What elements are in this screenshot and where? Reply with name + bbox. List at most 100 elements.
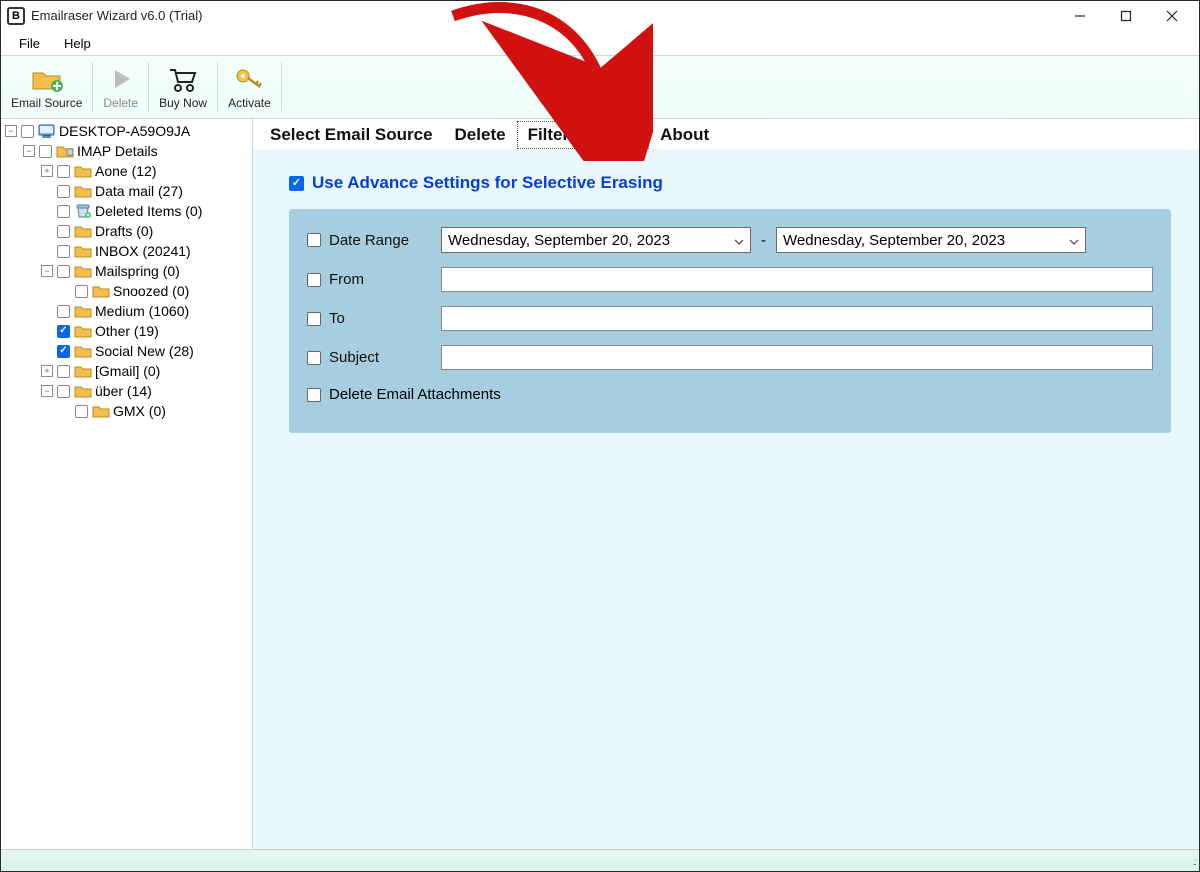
chevron-down-icon xyxy=(1069,232,1079,249)
twist-blank xyxy=(41,245,53,257)
resize-grip-icon[interactable]: ..: xyxy=(1193,857,1195,868)
delete-attachments-label: Delete Email Attachments xyxy=(329,386,501,403)
tree-item[interactable]: −IMAP Details xyxy=(1,141,252,161)
folder-icon xyxy=(74,364,92,378)
menu-help[interactable]: Help xyxy=(52,34,103,53)
window-title: Emailraser Wizard v6.0 (Trial) xyxy=(31,8,202,23)
tree-checkbox[interactable] xyxy=(57,185,70,198)
tree-checkbox[interactable] xyxy=(57,345,70,358)
tree-item-label: GMX (0) xyxy=(113,403,166,419)
menubar: File Help xyxy=(1,31,1199,55)
tab-select-source[interactable]: Select Email Source xyxy=(259,121,444,149)
tab-bar: Select Email Source Delete Filter Option… xyxy=(253,119,1199,149)
tree-item-label: Social New (28) xyxy=(95,343,194,359)
tree-item[interactable]: Social New (28) xyxy=(1,341,252,361)
tree-item[interactable]: Medium (1060) xyxy=(1,301,252,321)
tb-buy-now-label: Buy Now xyxy=(159,96,207,110)
expand-icon[interactable]: + xyxy=(41,165,53,177)
tree-checkbox[interactable] xyxy=(57,385,70,398)
tree-item[interactable]: Drafts (0) xyxy=(1,221,252,241)
folder-icon xyxy=(74,224,92,238)
tree-checkbox[interactable] xyxy=(75,285,88,298)
date-to-picker[interactable]: Wednesday, September 20, 2023 xyxy=(776,227,1086,253)
folder-icon xyxy=(92,284,110,298)
delete-attachments-checkbox[interactable] xyxy=(307,388,321,402)
subject-label: Subject xyxy=(329,349,441,366)
chevron-down-icon xyxy=(734,232,744,249)
to-input[interactable] xyxy=(441,306,1153,331)
tree-checkbox[interactable] xyxy=(57,245,70,258)
tree-checkbox[interactable] xyxy=(39,145,52,158)
tree-item-label: Aone (12) xyxy=(95,163,156,179)
tree-item-label: Medium (1060) xyxy=(95,303,189,319)
tree-checkbox[interactable] xyxy=(57,205,70,218)
date-dash: - xyxy=(761,232,766,249)
maximize-button[interactable] xyxy=(1103,1,1149,31)
tree-checkbox[interactable] xyxy=(21,125,34,138)
tree-item[interactable]: Other (19) xyxy=(1,321,252,341)
to-checkbox[interactable] xyxy=(307,312,321,326)
cart-icon xyxy=(168,64,198,94)
pc-icon xyxy=(38,124,56,138)
tree-checkbox[interactable] xyxy=(57,365,70,378)
app-icon: B xyxy=(7,7,25,25)
tb-buy-now[interactable]: Buy Now xyxy=(149,56,217,118)
tree-item-label: Drafts (0) xyxy=(95,223,153,239)
tab-about[interactable]: About xyxy=(649,121,720,149)
use-advance-checkbox[interactable] xyxy=(289,176,304,191)
date-range-checkbox[interactable] xyxy=(307,233,321,247)
tree-item[interactable]: + Aone (12) xyxy=(1,161,252,181)
close-button[interactable] xyxy=(1149,1,1195,31)
collapse-icon[interactable]: − xyxy=(23,145,35,157)
folder-icon xyxy=(74,384,92,398)
tree-checkbox[interactable] xyxy=(57,305,70,318)
minimize-button[interactable] xyxy=(1057,1,1103,31)
folder-icon xyxy=(74,184,92,198)
subject-input[interactable] xyxy=(441,345,1153,370)
tree-checkbox[interactable] xyxy=(75,405,88,418)
expand-icon[interactable]: + xyxy=(41,365,53,377)
twist-blank xyxy=(41,305,53,317)
tree-checkbox[interactable] xyxy=(57,225,70,238)
tb-activate-label: Activate xyxy=(228,96,271,110)
from-checkbox[interactable] xyxy=(307,273,321,287)
toolbar: Email Source Delete Buy Now Activate xyxy=(1,55,1199,119)
tab-filter-options[interactable]: Filter Options xyxy=(517,121,650,149)
tree-item-label: Mailspring (0) xyxy=(95,263,180,279)
tree-item[interactable]: Snoozed (0) xyxy=(1,281,252,301)
tb-activate[interactable]: Activate xyxy=(218,56,281,118)
tree-item[interactable]: −über (14) xyxy=(1,381,252,401)
subject-checkbox[interactable] xyxy=(307,351,321,365)
tree-item[interactable]: − Mailspring (0) xyxy=(1,261,252,281)
from-input[interactable] xyxy=(441,267,1153,292)
tree-checkbox[interactable] xyxy=(57,165,70,178)
twist-blank xyxy=(41,185,53,197)
tree-item-label: Deleted Items (0) xyxy=(95,203,202,219)
date-from-picker[interactable]: Wednesday, September 20, 2023 xyxy=(441,227,751,253)
filter-panel: Use Advance Settings for Selective Erasi… xyxy=(253,149,1199,849)
tab-delete[interactable]: Delete xyxy=(444,121,517,149)
tree-checkbox[interactable] xyxy=(57,325,70,338)
to-label: To xyxy=(329,310,441,327)
tree-item[interactable]: Deleted Items (0) xyxy=(1,201,252,221)
tree-item[interactable]: Data mail (27) xyxy=(1,181,252,201)
tree-item-label: Data mail (27) xyxy=(95,183,183,199)
tree-item[interactable]: GMX (0) xyxy=(1,401,252,421)
tree-item[interactable]: +[Gmail] (0) xyxy=(1,361,252,381)
collapse-icon[interactable]: − xyxy=(5,125,17,137)
collapse-icon[interactable]: − xyxy=(41,385,53,397)
tb-delete[interactable]: Delete xyxy=(93,56,148,118)
tb-email-source[interactable]: Email Source xyxy=(1,56,92,118)
twist-blank xyxy=(41,345,53,357)
date-to-value: Wednesday, September 20, 2023 xyxy=(783,232,1005,249)
collapse-icon[interactable]: − xyxy=(41,265,53,277)
menu-file[interactable]: File xyxy=(7,34,52,53)
tree-item-label: DESKTOP-A59O9JA xyxy=(59,123,190,139)
twist-blank xyxy=(41,325,53,337)
tree-checkbox[interactable] xyxy=(57,265,70,278)
tree-item-label: Snoozed (0) xyxy=(113,283,189,299)
tree-item[interactable]: − DESKTOP-A59O9JA xyxy=(1,121,252,141)
tree-item[interactable]: INBOX (20241) xyxy=(1,241,252,261)
folder-icon xyxy=(92,404,110,418)
status-bar: ..: xyxy=(1,849,1199,871)
